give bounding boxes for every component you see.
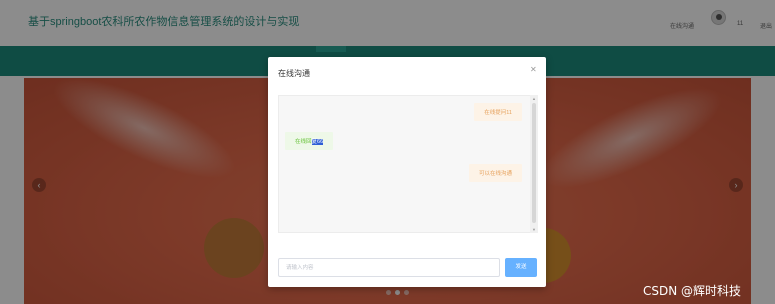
chat-message-question: 可以在线沟通 [468,164,522,182]
dialog-title: 在线沟通 [278,69,310,78]
close-icon[interactable]: ✕ [530,65,537,74]
chat-scrollbar[interactable]: ▲ ▼ [530,95,538,233]
chat-message-answer: 在线回复66 [285,132,334,150]
send-button[interactable]: 发送 [505,258,537,277]
chat-dialog: 在线沟通 ✕ 在线提问11 在线回复66 可以在线沟通 发送 [268,57,546,287]
selected-text-highlight: 复66 [311,139,324,145]
watermark: CSDN @辉时科技 [643,284,742,298]
chat-message-answer-text: 在线回 [295,139,312,145]
chat-input[interactable] [278,258,500,277]
scrollbar-thumb[interactable] [532,103,536,223]
chat-message-question: 在线提问11 [474,103,522,121]
scroll-up-icon[interactable]: ▲ [530,96,538,101]
scroll-down-icon[interactable]: ▼ [530,227,538,232]
chat-message-area: 在线提问11 在线回复66 可以在线沟通 [278,95,537,233]
